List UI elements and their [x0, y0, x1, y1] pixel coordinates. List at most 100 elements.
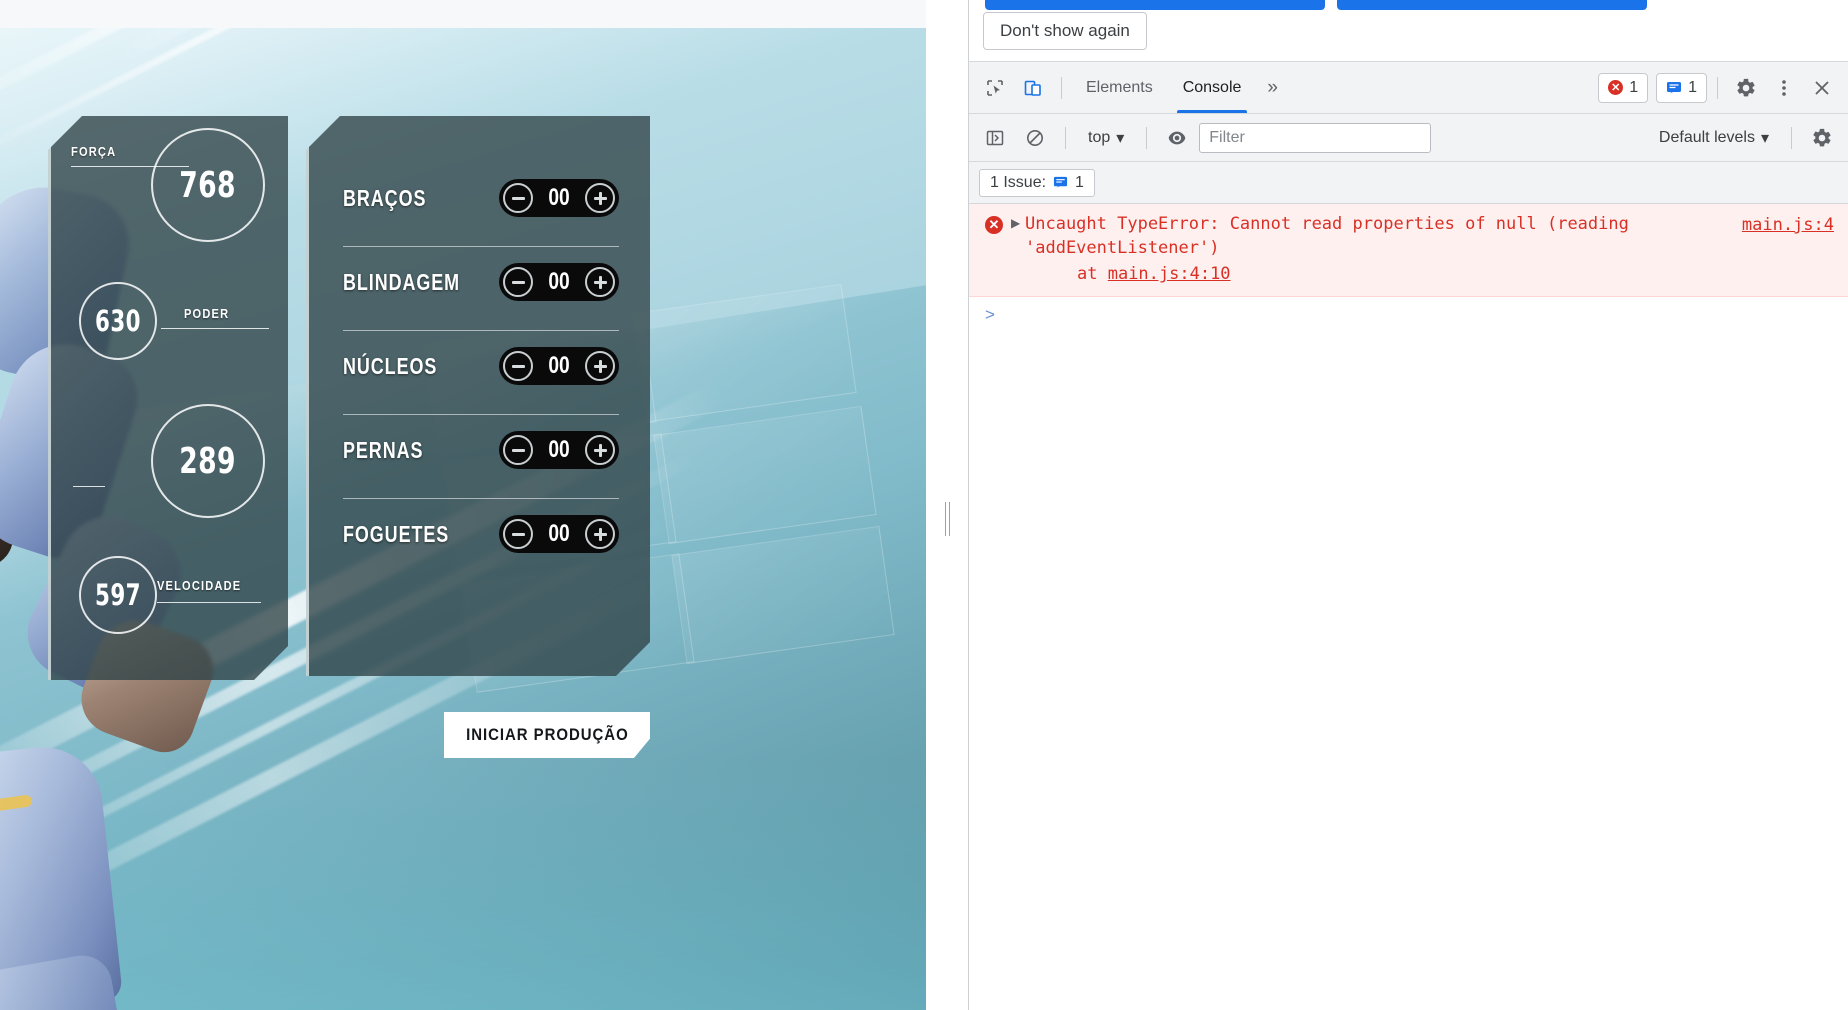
- console-stack-frame: at main.js:4:10: [1025, 262, 1836, 286]
- devtools-toolbar: Elements Console » ✕ 1 1: [969, 62, 1848, 114]
- part-stepper: 00: [499, 263, 619, 301]
- issue-icon: [1053, 176, 1068, 188]
- stat-value: 768: [179, 164, 237, 206]
- error-count-label: 1: [1629, 78, 1639, 96]
- infobar-action-primary[interactable]: [985, 0, 1325, 10]
- browser-page-pane: FORÇA 768 630 PODER 289 597 VELOCIDADE B…: [0, 0, 968, 1010]
- dont-show-again-button[interactable]: Don't show again: [983, 12, 1147, 50]
- kebab-menu-icon[interactable]: [1766, 70, 1802, 106]
- increment-button[interactable]: [585, 183, 615, 213]
- stat-value: 289: [179, 440, 237, 482]
- issues-count: 1: [1075, 173, 1084, 191]
- part-stepper: 00: [499, 515, 619, 553]
- part-label: FOGUETES: [343, 520, 450, 547]
- page-top-strip: [0, 0, 926, 28]
- app-root: FORÇA 768 630 PODER 289 597 VELOCIDADE B…: [0, 0, 1848, 1010]
- increment-button[interactable]: [585, 435, 615, 465]
- devtools-infobar: Don't show again: [969, 0, 1848, 62]
- devtools-panel: Don't show again Elements Console » ✕ 1 …: [968, 0, 1848, 1010]
- gear-icon[interactable]: [1804, 120, 1840, 156]
- log-levels-label: Default levels: [1658, 128, 1755, 146]
- device-toolbar-icon[interactable]: [1015, 70, 1051, 106]
- console-source-link[interactable]: main.js:4: [1742, 215, 1834, 235]
- decrement-button[interactable]: [503, 267, 533, 297]
- stat-circle: 289: [151, 404, 265, 518]
- inspect-cursor-icon[interactable]: [977, 70, 1013, 106]
- error-icon: ✕: [1608, 80, 1624, 95]
- decrement-button[interactable]: [503, 435, 533, 465]
- tab-console[interactable]: Console: [1169, 62, 1256, 113]
- error-count-badge[interactable]: ✕ 1: [1598, 72, 1649, 103]
- part-label: BRAÇOS: [343, 184, 427, 211]
- execution-context-label: top: [1088, 128, 1111, 146]
- toolbar-divider: [1791, 126, 1792, 149]
- issues-bar: 1 Issue: 1: [969, 162, 1848, 204]
- message-count-label: 1: [1688, 78, 1697, 96]
- part-row: NÚCLEOS 00: [343, 324, 619, 408]
- chevron-down-icon: ▾: [1760, 129, 1769, 147]
- stat-label: FORÇA: [71, 144, 117, 159]
- prompt-caret-icon: >: [985, 305, 995, 325]
- tab-console-label: Console: [1182, 78, 1242, 96]
- console-input-row[interactable]: >: [969, 297, 1848, 332]
- increment-button[interactable]: [585, 519, 615, 549]
- message-count-badge[interactable]: 1: [1656, 72, 1707, 103]
- parts-panel: BRAÇOS 00 BLINDAGEM 00 NÚCLEOS 00 PERNAS…: [306, 116, 650, 676]
- part-label: NÚCLEOS: [343, 352, 438, 379]
- splitter-grip-icon: [945, 502, 949, 536]
- part-count: 00: [548, 268, 570, 295]
- gear-icon[interactable]: [1728, 70, 1764, 106]
- stat-value: 597: [95, 578, 141, 612]
- issues-label: 1 Issue:: [990, 173, 1047, 191]
- part-count: 00: [548, 352, 570, 379]
- console-output: ✕ ▶ Uncaught TypeError: Cannot read prop…: [969, 204, 1848, 1010]
- stack-prefix: at: [1077, 264, 1108, 285]
- console-sidebar-icon[interactable]: [977, 120, 1013, 156]
- log-levels-selector[interactable]: Default levels ▾: [1649, 123, 1779, 153]
- expand-arrow-icon[interactable]: ▶: [1011, 216, 1020, 230]
- stat-rule: [157, 602, 261, 603]
- part-count: 00: [548, 184, 570, 211]
- console-filter-bar: top ▾ Default levels ▾: [969, 114, 1848, 162]
- stat-rule: [73, 486, 105, 487]
- dont-show-again-label: Don't show again: [1000, 21, 1130, 40]
- increment-button[interactable]: [585, 351, 615, 381]
- part-row: PERNAS 00: [343, 408, 619, 492]
- error-icon: ✕: [985, 216, 1003, 234]
- toolbar-divider: [1061, 76, 1062, 99]
- devtools-splitter[interactable]: [926, 28, 968, 1010]
- stats-panel: FORÇA 768 630 PODER 289 597 VELOCIDADE: [48, 116, 288, 680]
- console-error-message[interactable]: ✕ ▶ Uncaught TypeError: Cannot read prop…: [969, 204, 1848, 298]
- infobar-action-secondary[interactable]: [1337, 0, 1647, 10]
- clear-console-icon[interactable]: [1017, 120, 1053, 156]
- console-filter-input[interactable]: [1199, 122, 1432, 153]
- decrement-button[interactable]: [503, 351, 533, 381]
- part-row: FOGUETES 00: [343, 492, 619, 576]
- parts-row-list: BRAÇOS 00 BLINDAGEM 00 NÚCLEOS 00 PERNAS…: [309, 116, 650, 676]
- tab-elements-label: Elements: [1086, 78, 1153, 96]
- stat-circle: 768: [151, 128, 265, 242]
- part-label: BLINDAGEM: [343, 268, 461, 295]
- part-count: 00: [548, 520, 570, 547]
- decrement-button[interactable]: [503, 183, 533, 213]
- toolbar-divider: [1717, 76, 1718, 99]
- part-label: PERNAS: [343, 436, 424, 463]
- stat-circle: 597: [79, 556, 157, 634]
- stat-label: PODER: [184, 306, 230, 321]
- part-count: 00: [548, 436, 570, 463]
- issues-chip[interactable]: 1 Issue: 1: [979, 168, 1095, 197]
- live-expression-icon[interactable]: [1159, 120, 1195, 156]
- execution-context-selector[interactable]: top ▾: [1078, 123, 1134, 153]
- console-message-text: Uncaught TypeError: Cannot read properti…: [1025, 214, 1640, 259]
- close-icon[interactable]: [1804, 70, 1840, 106]
- stack-source-link[interactable]: main.js:4:10: [1108, 264, 1231, 284]
- decrement-button[interactable]: [503, 519, 533, 549]
- part-row: BRAÇOS 00: [343, 156, 619, 240]
- tab-elements[interactable]: Elements: [1072, 62, 1167, 113]
- stat-label: VELOCIDADE: [157, 578, 242, 593]
- part-row: BLINDAGEM 00: [343, 240, 619, 324]
- game-stage: FORÇA 768 630 PODER 289 597 VELOCIDADE B…: [0, 28, 926, 1010]
- more-tabs-icon[interactable]: »: [1257, 77, 1288, 99]
- increment-button[interactable]: [585, 267, 615, 297]
- start-production-button[interactable]: INICIAR PRODUÇÃO: [444, 712, 650, 758]
